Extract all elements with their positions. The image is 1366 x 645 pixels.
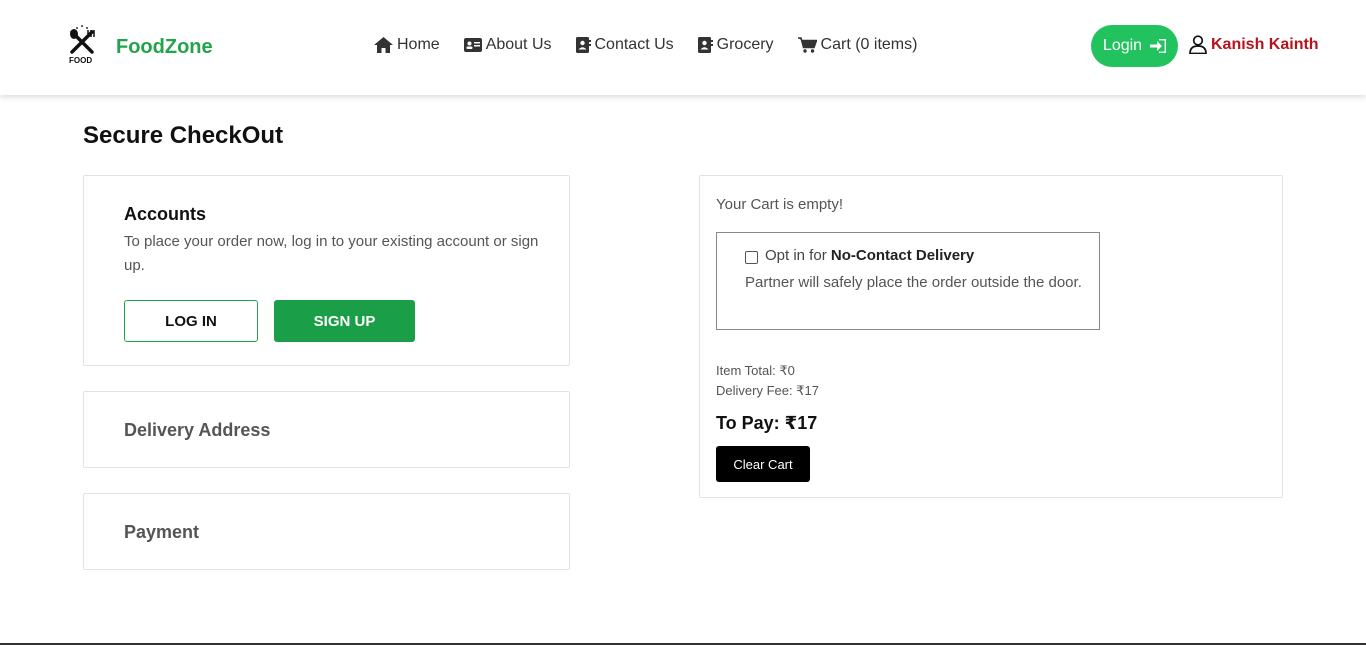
user-name: Kanish Kainth bbox=[1211, 35, 1319, 53]
no-contact-label[interactable]: Opt in for No-Contact Delivery bbox=[765, 247, 974, 264]
id-card-icon bbox=[463, 38, 482, 52]
opt-prefix: Opt in for bbox=[765, 247, 827, 264]
page-title: Secure CheckOut bbox=[83, 122, 284, 149]
login-button[interactable]: Login bbox=[1091, 25, 1178, 67]
delivery-fee: Delivery Fee: ₹17 bbox=[716, 383, 819, 398]
nav-about[interactable]: About Us bbox=[463, 36, 552, 54]
main-nav: Home About Us Contact Us Grocery Cart (0… bbox=[374, 36, 941, 54]
no-contact-checkbox[interactable] bbox=[745, 251, 758, 264]
accounts-heading: Accounts bbox=[124, 204, 207, 224]
nav-cart[interactable]: Cart (0 items) bbox=[797, 36, 918, 54]
user-profile[interactable]: Kanish Kainth bbox=[1189, 35, 1319, 54]
nav-contact[interactable]: Contact Us bbox=[575, 36, 674, 54]
no-contact-delivery-box: Opt in for No-Contact Delivery Partner w… bbox=[716, 232, 1100, 330]
home-icon bbox=[374, 37, 393, 53]
food-logo-icon[interactable]: FOOD bbox=[66, 22, 98, 70]
logo-text: FOOD bbox=[69, 56, 93, 65]
login-button-checkout[interactable]: LOG IN bbox=[124, 300, 258, 342]
accounts-description: To place your order now, log in to your … bbox=[124, 233, 539, 274]
nav-about-label: About Us bbox=[485, 36, 552, 53]
cart-icon bbox=[797, 37, 817, 53]
nav-home[interactable]: Home bbox=[374, 36, 440, 54]
nav-grocery-label: Grocery bbox=[716, 36, 774, 53]
nav-contact-label: Contact Us bbox=[594, 36, 674, 53]
login-label: Login bbox=[1102, 37, 1143, 54]
brand-name[interactable]: FoodZone bbox=[116, 36, 213, 59]
top-navbar: FOOD FoodZone Home About Us Contact Us G… bbox=[0, 0, 1366, 95]
opt-bold: No-Contact Delivery bbox=[830, 247, 975, 264]
delivery-address-label: Delivery Address bbox=[124, 420, 271, 440]
cart-summary-card: Your Cart is empty! Opt in for No-Contac… bbox=[699, 175, 1283, 498]
nav-grocery[interactable]: Grocery bbox=[697, 36, 774, 54]
no-contact-description: Partner will safely place the order outs… bbox=[745, 274, 1082, 291]
delivery-address-card[interactable]: Delivery Address bbox=[83, 391, 570, 468]
payment-card[interactable]: Payment bbox=[83, 493, 570, 570]
payment-label: Payment bbox=[124, 522, 200, 542]
accounts-card: Accounts To place your order now, log in… bbox=[83, 175, 570, 366]
signup-button[interactable]: SIGN UP bbox=[274, 300, 415, 342]
nav-cart-label: Cart (0 items) bbox=[820, 36, 918, 53]
contact-book-icon bbox=[697, 37, 713, 53]
contact-book-icon bbox=[575, 37, 591, 53]
sign-in-icon bbox=[1150, 39, 1167, 53]
clear-cart-button[interactable]: Clear Cart bbox=[716, 446, 810, 482]
item-total: Item Total: ₹0 bbox=[716, 363, 795, 378]
to-pay-total: To Pay: ₹17 bbox=[716, 413, 818, 433]
nav-home-label: Home bbox=[397, 36, 440, 53]
user-icon bbox=[1189, 35, 1207, 54]
cart-empty-text: Your Cart is empty! bbox=[716, 196, 843, 213]
